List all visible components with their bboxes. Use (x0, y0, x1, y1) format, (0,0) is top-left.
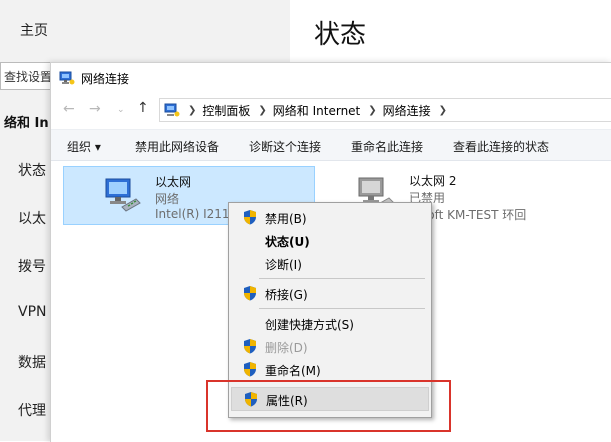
breadcrumb-control-panel[interactable]: 控制面板 (202, 102, 250, 119)
uac-shield-icon (244, 339, 256, 354)
breadcrumb-separator-icon[interactable]: ❯ (368, 105, 376, 116)
menu-item-label: 诊断(I) (265, 258, 302, 272)
menu-item-disable[interactable]: 禁用(B) (231, 206, 429, 228)
find-setting-text: 查找设置 (4, 70, 53, 84)
diagnose-connection-button[interactable]: 诊断这个连接 (249, 138, 321, 155)
menu-item-status[interactable]: 状态(U) (231, 229, 429, 251)
menu-item-bridge[interactable]: 桥接(G) (231, 282, 429, 304)
connection-name: 以太网 2 (409, 174, 457, 188)
up-arrow-icon[interactable]: ↑ (137, 100, 149, 116)
view-status-button[interactable]: 查看此连接的状态 (453, 138, 549, 155)
rename-connection-button[interactable]: 重命名此连接 (351, 138, 423, 155)
menu-separator (259, 278, 425, 279)
breadcrumb-network-internet[interactable]: 网络和 Internet (273, 102, 360, 119)
menu-item-label: 禁用(B) (265, 212, 307, 226)
menu-item-delete[interactable]: 删除(D) (231, 335, 429, 357)
uac-shield-icon (244, 210, 256, 225)
breadcrumb-separator-icon[interactable]: ❯ (188, 105, 196, 116)
menu-item-label: 删除(D) (265, 341, 308, 355)
back-arrow-icon[interactable]: ← (63, 101, 75, 117)
settings-nav-proxy[interactable]: 代理 (18, 400, 46, 420)
settings-page-title: 状态 (314, 20, 367, 50)
menu-item-label: 状态(U) (265, 235, 310, 249)
menu-item-label: 桥接(G) (265, 288, 308, 302)
command-bar: 组织 ▾ 禁用此网络设备 诊断这个连接 重命名此连接 查看此连接的状态 (51, 129, 611, 161)
address-bar-row: ← → ⌄ ↑ ❯ 控制面板 ❯ 网络和 Internet ❯ 网络连接 ❯ (51, 97, 611, 123)
menu-item-label: 创建快捷方式(S) (265, 318, 354, 332)
breadcrumb-separator-icon[interactable]: ❯ (258, 105, 266, 116)
control-panel-icon (164, 103, 180, 117)
window-title: 网络连接 (81, 71, 130, 86)
menu-separator (259, 308, 425, 309)
menu-item-label: 重命名(M) (265, 364, 321, 378)
connection-name: 以太网 (155, 175, 192, 189)
ethernet-adapter-icon (105, 178, 141, 212)
settings-nav-dialup[interactable]: 拨号 (18, 256, 46, 276)
menu-item-diagnose[interactable]: 诊断(I) (231, 252, 429, 274)
forward-arrow-icon[interactable]: → (89, 101, 101, 117)
recent-dropdown-icon[interactable]: ⌄ (117, 105, 125, 115)
settings-home-link[interactable]: 主页 (20, 20, 48, 40)
connection-status: 网络 (155, 192, 180, 206)
annotation-highlight-box (206, 380, 451, 432)
address-bar[interactable]: ❯ 控制面板 ❯ 网络和 Internet ❯ 网络连接 ❯ (159, 98, 611, 122)
uac-shield-icon (244, 286, 256, 301)
settings-nav-ethernet[interactable]: 以太 (18, 208, 46, 228)
uac-shield-icon (244, 362, 256, 377)
network-folder-icon (59, 71, 75, 85)
settings-nav-status[interactable]: 状态 (18, 160, 46, 180)
window-title-bar: 网络连接 (59, 69, 129, 87)
disable-device-button[interactable]: 禁用此网络设备 (135, 138, 219, 155)
breadcrumb-network-connections[interactable]: 网络连接 (383, 102, 431, 119)
organize-button[interactable]: 组织 ▾ (67, 138, 101, 155)
menu-item-create-shortcut[interactable]: 创建快捷方式(S) (231, 312, 429, 334)
menu-item-rename[interactable]: 重命名(M) (231, 358, 429, 380)
settings-nav-vpn[interactable]: VPN (18, 304, 47, 320)
breadcrumb-separator-icon[interactable]: ❯ (439, 105, 447, 116)
connection-device: Intel(R) I211 (155, 207, 230, 221)
settings-nav-data[interactable]: 数据 (18, 352, 46, 372)
settings-section-header: 络和 In (4, 116, 49, 131)
